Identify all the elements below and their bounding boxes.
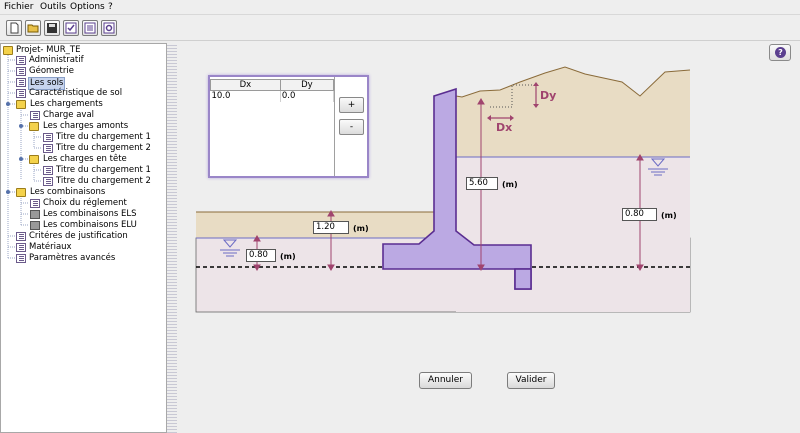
- table-cell[interactable]: 10.0: [210, 90, 281, 102]
- add-row-button[interactable]: +: [339, 97, 364, 113]
- slope-points-panel: Dx Dy 10.0 0.0 + -: [208, 75, 369, 178]
- slope-points-table: Dx Dy 10.0 0.0: [210, 79, 335, 102]
- table-cell[interactable]: 0.0: [280, 90, 335, 102]
- table-divider: [334, 77, 335, 176]
- unit-label: (m): [353, 224, 369, 233]
- retained-soil-upper: [456, 67, 690, 157]
- dx-label: Dx: [496, 121, 513, 134]
- unit-label: (m): [280, 252, 296, 261]
- dy-label: Dy: [540, 89, 557, 102]
- retaining-wall-diagram: [195, 66, 691, 313]
- validate-button[interactable]: Valider: [507, 372, 555, 389]
- fill-front-field[interactable]: 1.20: [313, 221, 349, 234]
- wall-height-field[interactable]: 5.60: [466, 177, 498, 190]
- table-row[interactable]: 10.0 0.0: [210, 90, 335, 102]
- column-header-dx[interactable]: Dx: [210, 79, 281, 91]
- help-icon: ?: [775, 47, 786, 58]
- water-back-field[interactable]: 0.80: [622, 208, 657, 221]
- help-button[interactable]: ?: [769, 44, 791, 61]
- column-header-dy[interactable]: Dy: [279, 79, 335, 91]
- water-front-field[interactable]: 0.80: [246, 249, 276, 262]
- remove-row-button[interactable]: -: [339, 119, 364, 135]
- cancel-button[interactable]: Annuler: [419, 372, 472, 389]
- unit-label: (m): [502, 180, 518, 189]
- wall-key: [514, 268, 532, 290]
- unit-label: (m): [661, 211, 677, 220]
